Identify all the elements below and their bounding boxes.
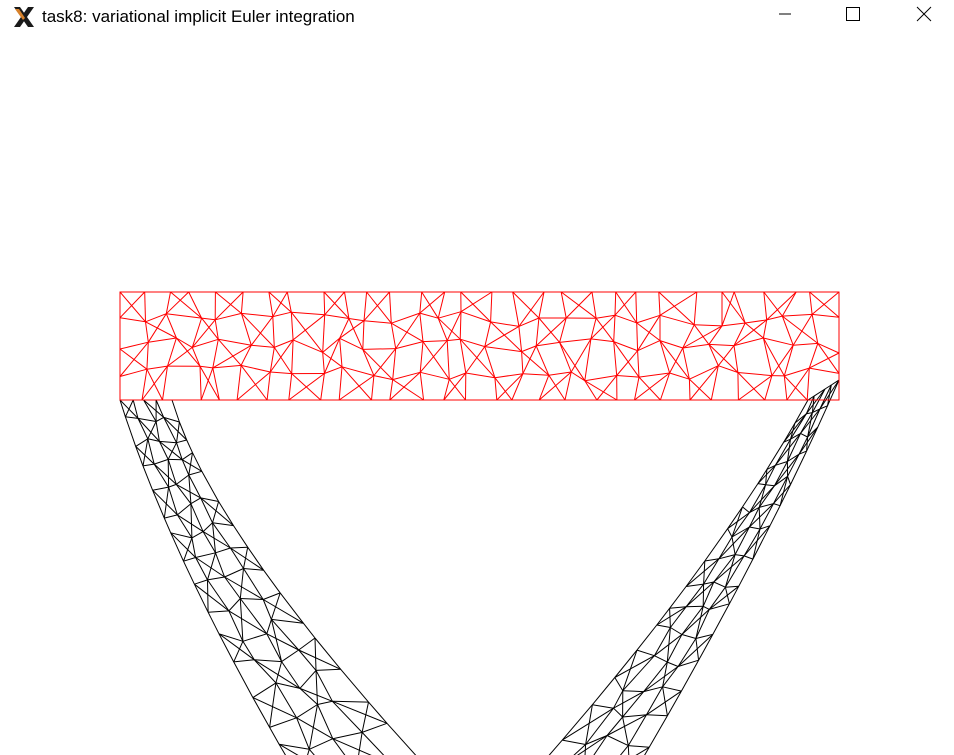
maximize-icon: [845, 6, 861, 27]
x11-app-icon: [12, 5, 36, 29]
close-button[interactable]: [901, 0, 947, 32]
minimize-button[interactable]: [762, 0, 808, 32]
deformed-mesh: [119, 379, 840, 755]
rest-mesh: [119, 291, 840, 401]
simulation-canvas[interactable]: [0, 40, 954, 755]
minimize-icon: [778, 7, 792, 26]
close-icon: [916, 6, 932, 27]
app-window: task8: variational implicit Euler integr…: [0, 0, 954, 755]
title-bar[interactable]: task8: variational implicit Euler integr…: [0, 0, 954, 34]
mesh-view: [119, 291, 840, 755]
window-title: task8: variational implicit Euler integr…: [42, 7, 355, 26]
maximize-button[interactable]: [830, 0, 876, 32]
